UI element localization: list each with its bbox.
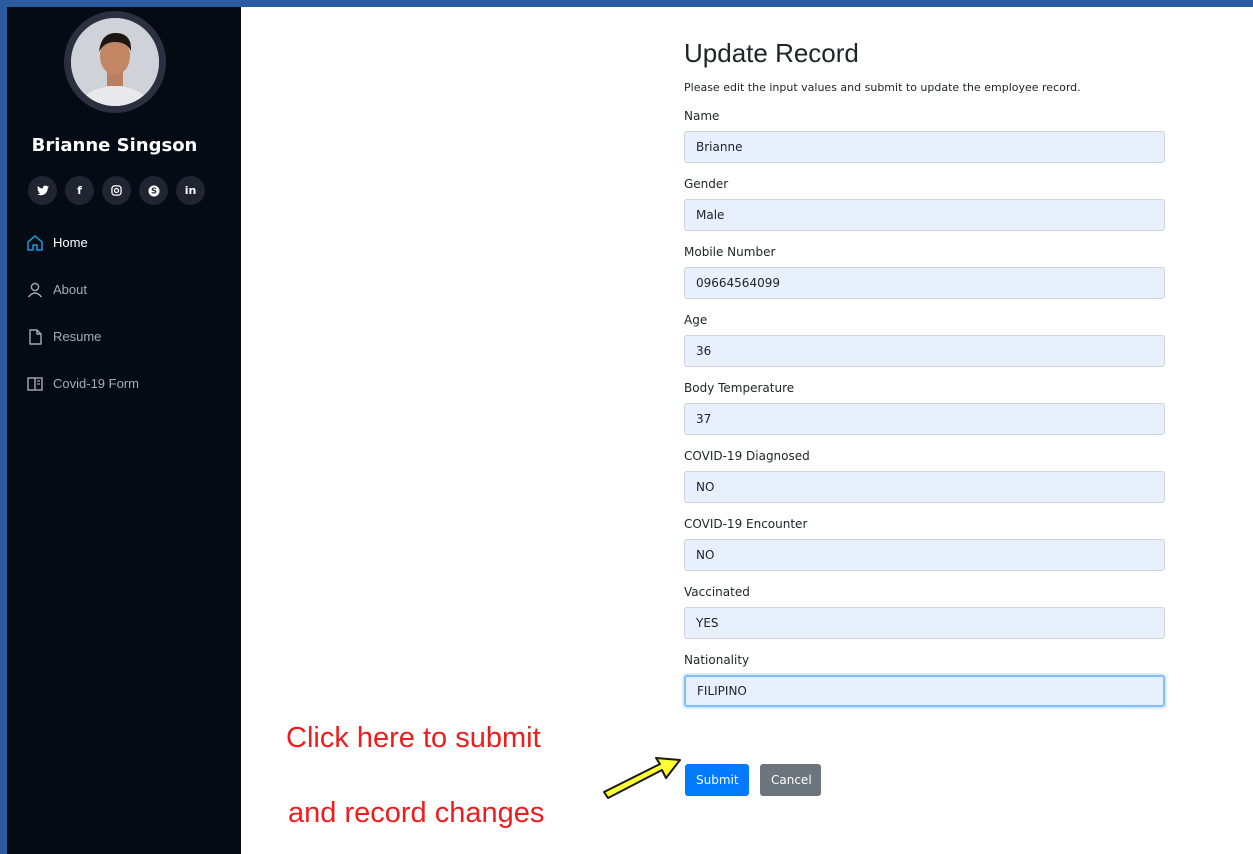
vaccinated-field[interactable]: [684, 607, 1165, 639]
nav-item-home[interactable]: Home: [25, 219, 139, 266]
page-title: Update Record: [684, 38, 859, 68]
covid-encounter-field[interactable]: [684, 539, 1165, 571]
sidebar: Brianne Singson f S in Home About Resume…: [7, 7, 241, 854]
page-subtitle: Please edit the input values and submit …: [684, 81, 1081, 94]
label-gender: Gender: [684, 177, 729, 191]
body-temperature-field[interactable]: [684, 403, 1165, 435]
twitter-icon[interactable]: [28, 176, 57, 205]
avatar: [64, 11, 166, 113]
profile-name: Brianne Singson: [31, 135, 198, 156]
nav-label-about: About: [53, 282, 87, 297]
svg-text:S: S: [151, 186, 157, 195]
gender-field[interactable]: [684, 199, 1165, 231]
label-name: Name: [684, 109, 720, 123]
nationality-field[interactable]: [684, 675, 1165, 707]
home-icon: [25, 233, 45, 253]
label-covid-encounter: COVID-19 Encounter: [684, 517, 808, 531]
arrow-icon: [603, 757, 681, 799]
annotation-line-1: Click here to submit: [286, 722, 541, 754]
nav-label-home: Home: [53, 235, 88, 250]
label-vaccinated: Vaccinated: [684, 585, 750, 599]
user-icon: [25, 280, 45, 300]
label-covid-diagnosed: COVID-19 Diagnosed: [684, 449, 810, 463]
social-links: f S in: [28, 176, 205, 205]
cancel-button[interactable]: Cancel: [760, 764, 821, 796]
mobile-number-field[interactable]: [684, 267, 1165, 299]
nav-label-covid-form: Covid-19 Form: [53, 376, 139, 391]
update-record-form: Update Record Please edit the input valu…: [684, 38, 1165, 707]
nav-item-covid-form[interactable]: Covid-19 Form: [25, 360, 139, 407]
label-body-temperature: Body Temperature: [684, 381, 795, 395]
sidebar-nav: Home About Resume Covid-19 Form: [25, 219, 139, 407]
file-icon: [25, 327, 45, 347]
label-age: Age: [684, 313, 708, 327]
linkedin-icon[interactable]: in: [176, 176, 205, 205]
annotation-line-2: and record changes: [288, 797, 545, 829]
form-actions: Submit Cancel: [685, 764, 821, 796]
skype-icon[interactable]: S: [139, 176, 168, 205]
instagram-icon[interactable]: [102, 176, 131, 205]
nav-item-resume[interactable]: Resume: [25, 313, 139, 360]
label-nationality: Nationality: [684, 653, 750, 667]
facebook-icon[interactable]: f: [65, 176, 94, 205]
submit-button[interactable]: Submit: [685, 764, 749, 796]
label-mobile-number: Mobile Number: [684, 245, 776, 259]
age-field[interactable]: [684, 335, 1165, 367]
name-field[interactable]: [684, 131, 1165, 163]
book-icon: [25, 374, 45, 394]
nav-item-about[interactable]: About: [25, 266, 139, 313]
nav-label-resume: Resume: [53, 329, 102, 344]
covid-diagnosed-field[interactable]: [684, 471, 1165, 503]
